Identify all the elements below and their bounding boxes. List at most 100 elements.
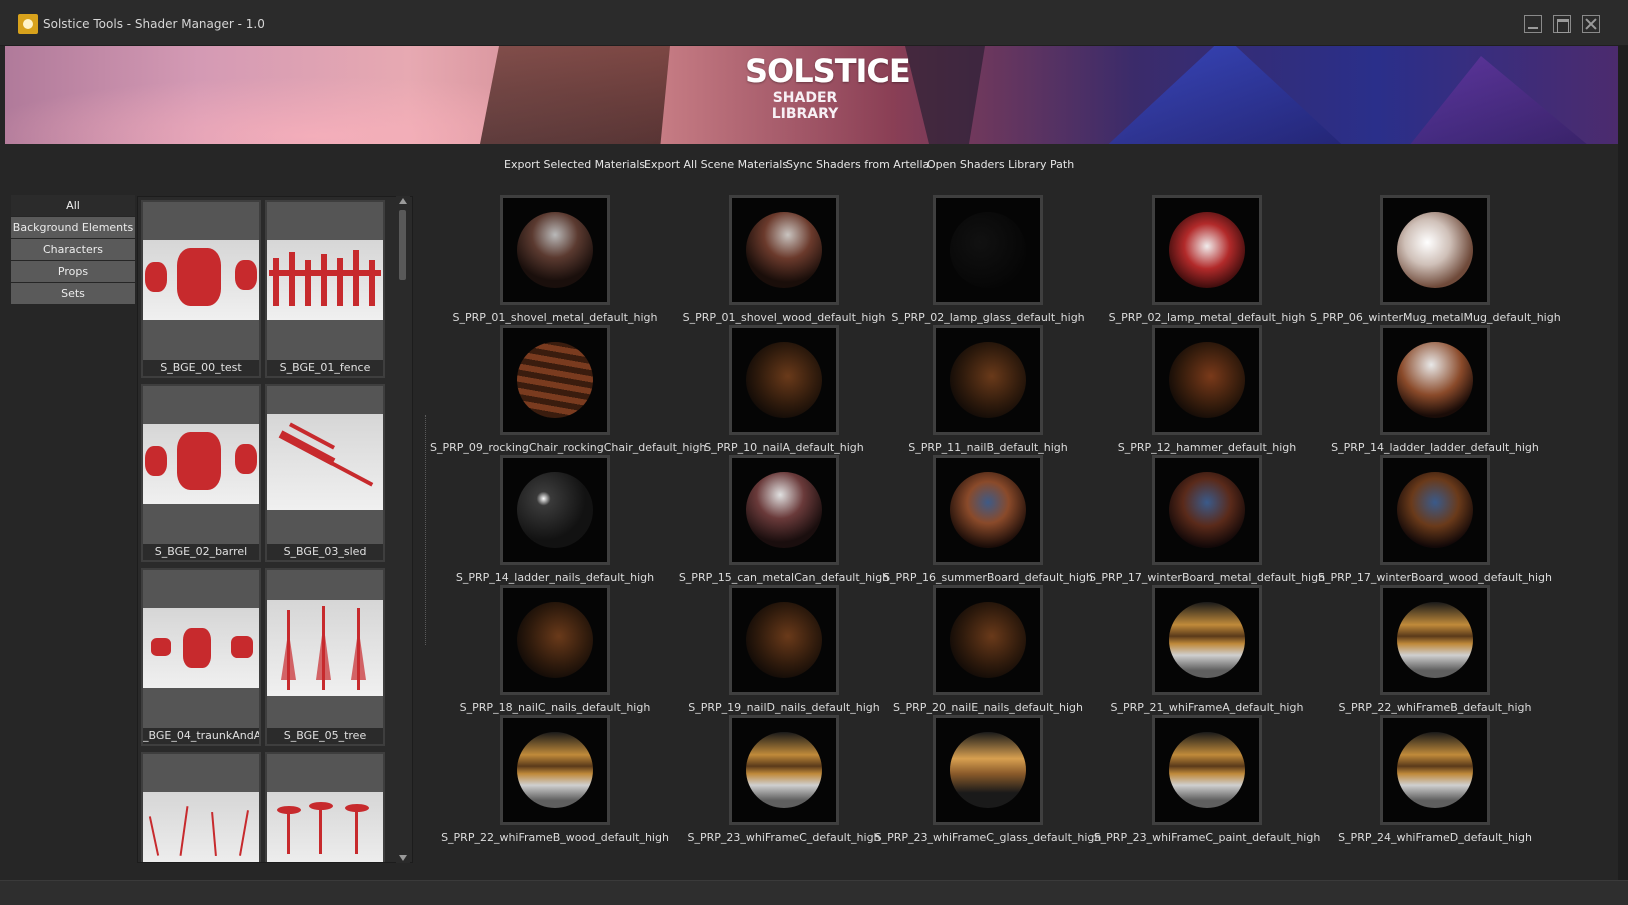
shader-sphere-icon bbox=[746, 732, 822, 808]
shader-preview[interactable] bbox=[1152, 195, 1262, 305]
shader-item[interactable]: S_PRP_23_whiFrameC_glass_default_high bbox=[873, 715, 1103, 850]
scroll-down-icon[interactable] bbox=[399, 855, 407, 861]
shader-item[interactable]: S_PRP_18_nailC_nails_default_high bbox=[440, 585, 670, 720]
shader-item[interactable]: S_PRP_10_nailA_default_high bbox=[669, 325, 899, 460]
category-sets[interactable]: Sets bbox=[11, 283, 135, 304]
shader-preview[interactable] bbox=[1380, 195, 1490, 305]
app-icon bbox=[18, 14, 38, 34]
asset-card[interactable]: S_BGE_05_tree bbox=[265, 568, 385, 746]
shader-preview[interactable] bbox=[729, 325, 839, 435]
shader-label: S_PRP_06_winterMug_metalMug_default_high bbox=[1310, 311, 1561, 324]
shader-preview[interactable] bbox=[1152, 325, 1262, 435]
shader-sphere-icon bbox=[1397, 212, 1473, 288]
shader-item[interactable]: S_PRP_23_whiFrameC_default_high bbox=[669, 715, 899, 850]
asset-card[interactable]: S_BGE_02_barrel bbox=[141, 384, 261, 562]
category-characters[interactable]: Characters bbox=[11, 239, 135, 260]
shader-preview[interactable] bbox=[1380, 455, 1490, 565]
asset-card[interactable]: S_BGE_03_sled bbox=[265, 384, 385, 562]
asset-label: S_BGE_02_barrel bbox=[143, 544, 259, 560]
category-props[interactable]: Props bbox=[11, 261, 135, 282]
shader-label: S_PRP_23_whiFrameC_paint_default_high bbox=[1093, 831, 1321, 844]
asset-card[interactable]: S_BGE_01_fence bbox=[265, 200, 385, 378]
shader-preview[interactable] bbox=[500, 195, 610, 305]
shader-item[interactable]: S_PRP_02_lamp_metal_default_high bbox=[1092, 195, 1322, 330]
shader-preview[interactable] bbox=[933, 585, 1043, 695]
shader-item[interactable]: S_PRP_17_winterBoard_wood_default_high bbox=[1318, 455, 1552, 590]
shader-preview[interactable] bbox=[933, 715, 1043, 825]
shader-sphere-icon bbox=[950, 602, 1026, 678]
shader-item[interactable]: S_PRP_24_whiFrameD_default_high bbox=[1320, 715, 1550, 850]
banner-ship-art bbox=[480, 46, 670, 144]
shader-sphere-icon bbox=[746, 472, 822, 548]
shader-item[interactable]: S_PRP_01_shovel_metal_default_high bbox=[440, 195, 670, 330]
shader-preview[interactable] bbox=[729, 715, 839, 825]
sync-shaders-button[interactable]: Sync Shaders from Artella bbox=[786, 158, 929, 171]
shader-item[interactable]: S_PRP_12_hammer_default_high bbox=[1092, 325, 1322, 460]
shader-preview[interactable] bbox=[1152, 585, 1262, 695]
shader-preview[interactable] bbox=[1380, 325, 1490, 435]
shader-sphere-icon bbox=[1397, 602, 1473, 678]
panel-splitter[interactable] bbox=[425, 415, 426, 645]
shader-label: S_PRP_20_nailE_nails_default_high bbox=[893, 701, 1083, 714]
shader-preview[interactable] bbox=[500, 585, 610, 695]
shader-item[interactable]: S_PRP_21_whiFrameA_default_high bbox=[1092, 585, 1322, 720]
asset-thumbnail bbox=[267, 600, 383, 696]
shader-item[interactable]: S_PRP_16_summerBoard_default_high bbox=[873, 455, 1103, 590]
shader-label: S_PRP_23_whiFrameC_glass_default_high bbox=[874, 831, 1102, 844]
shader-preview[interactable] bbox=[500, 325, 610, 435]
shader-item[interactable]: S_PRP_02_lamp_glass_default_high bbox=[873, 195, 1103, 330]
shader-preview[interactable] bbox=[1380, 715, 1490, 825]
asset-card[interactable] bbox=[141, 752, 261, 862]
shader-item[interactable]: S_PRP_01_shovel_wood_default_high bbox=[669, 195, 899, 330]
shader-preview[interactable] bbox=[933, 195, 1043, 305]
open-library-path-button[interactable]: Open Shaders Library Path bbox=[927, 158, 1074, 171]
shader-preview[interactable] bbox=[729, 455, 839, 565]
shader-preview[interactable] bbox=[933, 455, 1043, 565]
shader-item[interactable]: S_PRP_22_whiFrameB_default_high bbox=[1320, 585, 1550, 720]
shader-item[interactable]: S_PRP_14_ladder_ladder_default_high bbox=[1320, 325, 1550, 460]
shader-item[interactable]: S_PRP_19_nailD_nails_default_high bbox=[669, 585, 899, 720]
category-background-elements[interactable]: Background Elements bbox=[11, 217, 135, 238]
export-selected-button[interactable]: Export Selected Materials bbox=[504, 158, 645, 171]
shader-item[interactable]: S_PRP_09_rockingChair_rockingChair_defau… bbox=[430, 325, 706, 460]
shader-preview[interactable] bbox=[729, 195, 839, 305]
shader-label: S_PRP_09_rockingChair_rockingChair_defau… bbox=[430, 441, 707, 454]
shader-item[interactable]: S_PRP_15_can_metalCan_default_high bbox=[669, 455, 899, 590]
shader-sphere-icon bbox=[1169, 602, 1245, 678]
shader-item[interactable]: S_PRP_11_nailB_default_high bbox=[873, 325, 1103, 460]
category-all[interactable]: All bbox=[11, 195, 135, 216]
shader-item[interactable]: S_PRP_23_whiFrameC_paint_default_high bbox=[1092, 715, 1322, 850]
window-title: Solstice Tools - Shader Manager - 1.0 bbox=[43, 17, 265, 31]
asset-card[interactable] bbox=[265, 752, 385, 862]
asset-thumbnail bbox=[267, 792, 383, 862]
shader-preview[interactable] bbox=[933, 325, 1043, 435]
shader-item[interactable]: S_PRP_06_winterMug_metalMug_default_high bbox=[1310, 195, 1561, 330]
shader-preview[interactable] bbox=[500, 715, 610, 825]
shader-preview[interactable] bbox=[1380, 585, 1490, 695]
minimize-icon[interactable] bbox=[1524, 15, 1542, 33]
shader-item[interactable]: S_PRP_17_winterBoard_metal_default_high bbox=[1089, 455, 1325, 590]
shader-sphere-icon bbox=[517, 342, 593, 418]
shader-preview[interactable] bbox=[729, 585, 839, 695]
asset-card[interactable]: _BGE_04_traunkAndAx bbox=[141, 568, 261, 746]
shader-preview[interactable] bbox=[1152, 715, 1262, 825]
shader-sphere-icon bbox=[746, 212, 822, 288]
shader-sphere-icon bbox=[950, 342, 1026, 418]
shader-item[interactable]: S_PRP_22_whiFrameB_wood_default_high bbox=[440, 715, 670, 850]
scroll-up-icon[interactable] bbox=[399, 198, 407, 204]
shader-preview[interactable] bbox=[1152, 455, 1262, 565]
asset-thumbnail bbox=[143, 792, 259, 862]
shader-sphere-icon bbox=[1169, 472, 1245, 548]
shader-sphere-icon bbox=[950, 212, 1026, 288]
shader-label: S_PRP_14_ladder_ladder_default_high bbox=[1331, 441, 1539, 454]
title-bar[interactable]: Solstice Tools - Shader Manager - 1.0 bbox=[0, 0, 1628, 46]
export-all-button[interactable]: Export All Scene Materials bbox=[644, 158, 788, 171]
shader-preview[interactable] bbox=[500, 455, 610, 565]
asset-scrollbar[interactable] bbox=[396, 196, 410, 863]
asset-card[interactable]: S_BGE_00_test bbox=[141, 200, 261, 378]
maximize-icon[interactable] bbox=[1553, 15, 1571, 33]
scrollbar-thumb[interactable] bbox=[399, 210, 406, 280]
shader-item[interactable]: S_PRP_14_ladder_nails_default_high bbox=[440, 455, 670, 590]
shader-item[interactable]: S_PRP_20_nailE_nails_default_high bbox=[873, 585, 1103, 720]
close-icon[interactable] bbox=[1582, 15, 1600, 33]
